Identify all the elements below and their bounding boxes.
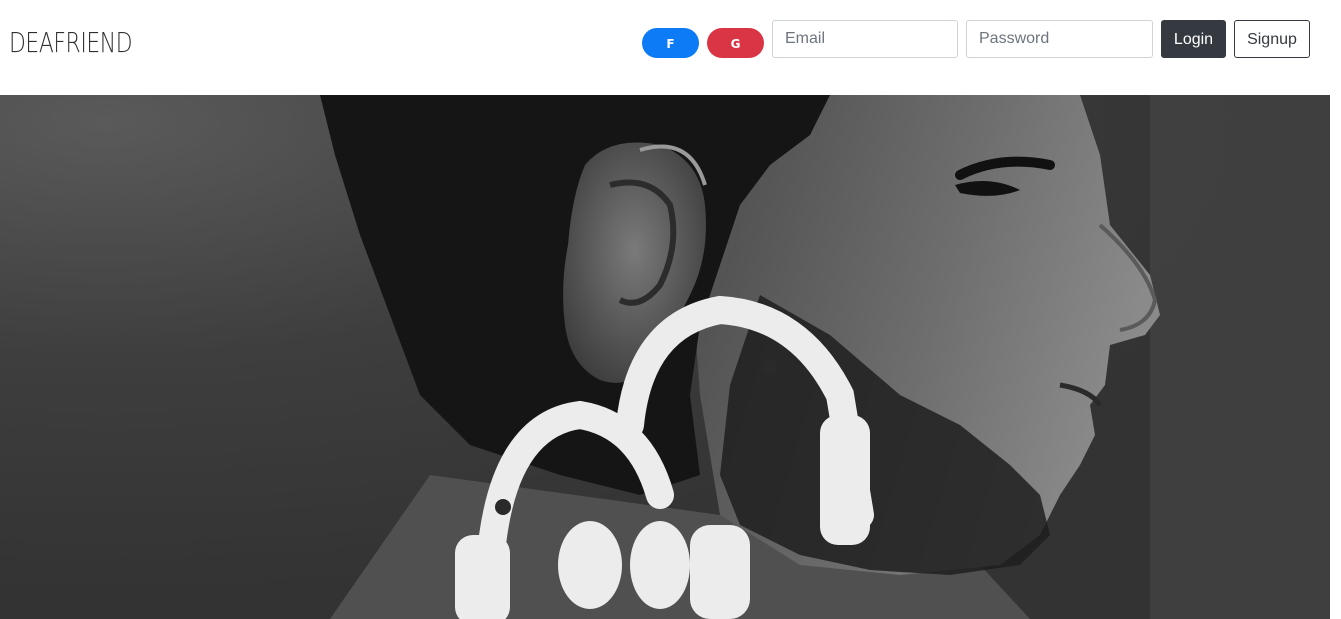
top-navbar: DEAFRIEND F G Login Signup [0,0,1341,95]
password-field[interactable] [966,20,1153,58]
signup-button[interactable]: Signup [1234,20,1310,58]
login-button[interactable]: Login [1161,20,1226,58]
hero-photo [0,95,1330,619]
email-field[interactable] [772,20,958,58]
hero-image [0,95,1330,619]
google-login-button[interactable]: G [707,28,764,58]
brand-logo[interactable]: DEAFRIEND [9,26,133,60]
facebook-login-button[interactable]: F [642,28,699,58]
